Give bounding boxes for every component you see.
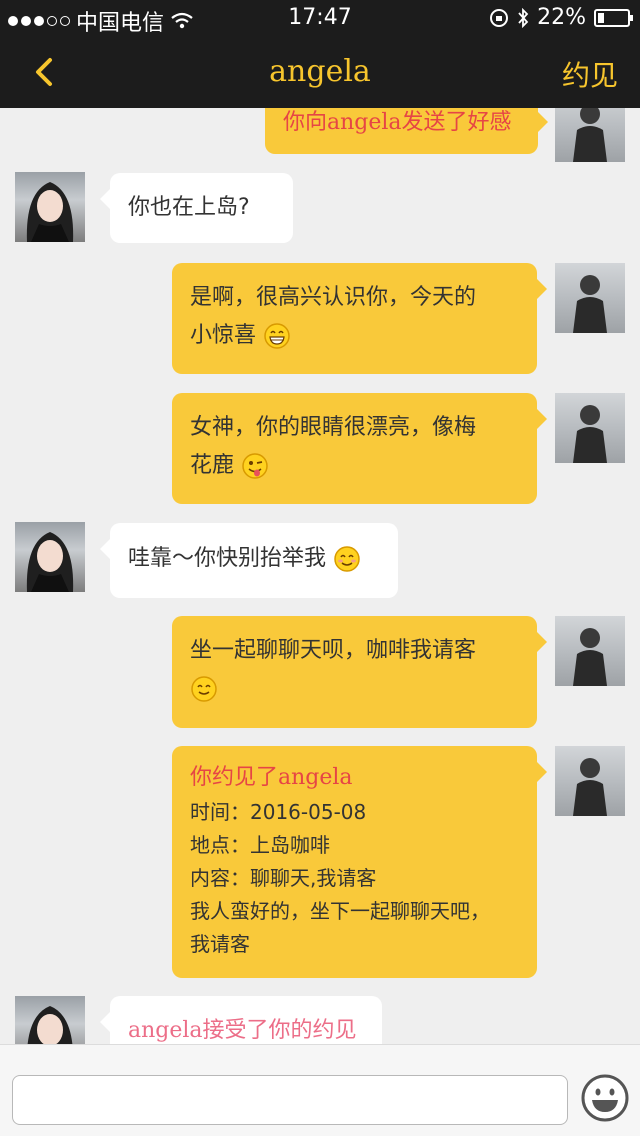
input-bar xyxy=(0,1044,640,1136)
message-bubble: 你向angela发送了好感 xyxy=(265,108,548,154)
status-bar: 中国电信 17:47 22% xyxy=(0,0,640,36)
male-avatar[interactable] xyxy=(555,393,625,463)
emoji-picker-icon[interactable] xyxy=(580,1073,630,1123)
message-text-line1: 是啊，很高兴认识你，今天的 xyxy=(190,285,477,310)
message-text-line2: 花鹿 xyxy=(190,447,519,485)
grinning-face-icon xyxy=(264,323,290,349)
message-bubble: 女神，你的眼睛很漂亮，像梅 花鹿 xyxy=(172,393,547,504)
male-avatar[interactable] xyxy=(555,263,625,333)
battery-percent: 22% xyxy=(537,5,586,30)
male-avatar[interactable] xyxy=(555,616,625,686)
message-bubble: 你也在上岛? xyxy=(100,173,293,243)
chat-area[interactable]: 你向angela发送了好感 你也在上岛? 是啊，很高兴认识你，今天的 小惊喜 女… xyxy=(0,108,640,1044)
message-text: 哇靠～你快别抬举我 xyxy=(128,540,380,578)
blushing-smile-face-icon xyxy=(334,546,360,572)
message-bubble: 哇靠～你快别抬举我 xyxy=(100,523,398,598)
male-avatar[interactable] xyxy=(555,746,625,816)
appointment-title: 你约见了angela xyxy=(190,765,353,790)
meet-button[interactable]: 约见 xyxy=(562,54,618,94)
nav-bar: angela 约见 xyxy=(0,36,640,108)
message-text-line2 xyxy=(190,670,519,708)
message-text-line1: 女神，你的眼睛很漂亮，像梅 xyxy=(190,415,477,440)
female-avatar[interactable] xyxy=(15,996,85,1044)
status-right: 22% xyxy=(489,5,633,30)
appointment-card[interactable]: 你约见了angela 时间：2016-05-08 地点：上岛咖啡 内容：聊聊天,… xyxy=(172,746,547,978)
message-bubble: angela接受了你的约见 xyxy=(100,996,382,1044)
message-text-line1: 坐一起聊聊天呗，咖啡我请客 xyxy=(190,638,477,663)
appointment-time: 时间：2016-05-08 xyxy=(190,800,367,824)
bluetooth-icon xyxy=(518,7,529,28)
battery-icon xyxy=(594,8,633,27)
male-avatar[interactable] xyxy=(555,108,625,162)
accepted-notice-text: angela接受了你的约见 xyxy=(128,1018,357,1043)
chat-title: angela xyxy=(269,54,371,89)
message-bubble: 坐一起聊聊天呗，咖啡我请客 xyxy=(172,616,547,728)
smiling-face-icon xyxy=(191,676,217,702)
appointment-place: 地点：上岛咖啡 xyxy=(190,833,330,857)
liked-notice-text: 你向angela发送了好感 xyxy=(283,110,512,135)
appointment-note-line1: 我人蛮好的，坐下一起聊聊天吧， xyxy=(190,899,490,923)
message-bubble: 是啊，很高兴认识你，今天的 小惊喜 xyxy=(172,263,547,374)
message-text: 你也在上岛? xyxy=(128,195,250,220)
appointment-note-line2: 我请客 xyxy=(190,932,250,956)
appointment-content: 内容：聊聊天,我请客 xyxy=(190,866,377,890)
message-text-line2: 小惊喜 xyxy=(190,317,519,355)
female-avatar[interactable] xyxy=(15,522,85,592)
female-avatar[interactable] xyxy=(15,172,85,242)
winking-tongue-face-icon xyxy=(242,453,268,479)
lock-rotation-icon xyxy=(490,8,509,27)
message-input[interactable] xyxy=(12,1075,568,1125)
